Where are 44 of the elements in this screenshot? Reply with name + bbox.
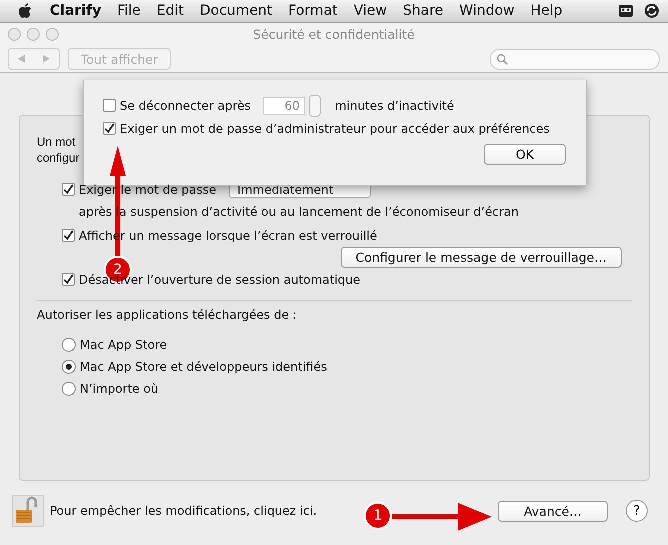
minutes-field[interactable]: 60: [263, 96, 306, 114]
menu-item[interactable]: Document: [192, 3, 281, 19]
checkbox[interactable]: [62, 229, 75, 242]
ok-button[interactable]: OK: [484, 144, 566, 165]
checkbox[interactable]: [103, 122, 116, 135]
checkbox-label: Se déconnecter après: [120, 98, 252, 112]
apple-logo-icon[interactable]: [18, 3, 32, 19]
downloads-label: Autoriser les applications téléchargées de :: [37, 307, 298, 323]
radio-button[interactable]: [62, 382, 76, 396]
stepper[interactable]: [309, 94, 322, 116]
menu-item[interactable]: Edit: [148, 3, 192, 19]
menu-item[interactable]: Format: [280, 3, 346, 19]
back-forward-control[interactable]: [8, 48, 60, 70]
robot-icon[interactable]: [618, 3, 634, 19]
padlock-icon[interactable]: [12, 495, 44, 527]
menu-item[interactable]: View: [346, 3, 396, 19]
radio-label: Mac App Store et développeurs identifiés: [80, 360, 328, 374]
radio-label: Mac App Store: [80, 338, 168, 352]
menu-item[interactable]: Share: [395, 3, 452, 19]
back-arrow-icon[interactable]: [18, 55, 25, 63]
menu-item[interactable]: Window: [452, 3, 523, 19]
search-field[interactable]: [490, 48, 660, 70]
checkbox-label: Exiger un mot de passe d’administrateur pour accéder aux préférences: [120, 122, 550, 136]
menu-item[interactable]: File: [109, 3, 149, 19]
help-button[interactable]: ?: [626, 500, 648, 522]
radio-button[interactable]: [62, 338, 76, 352]
checkbox[interactable]: [62, 273, 75, 286]
password-info-text: configur: [37, 150, 80, 166]
sync-icon[interactable]: [644, 3, 660, 19]
checkbox[interactable]: [62, 183, 75, 196]
lock-hint-text: Pour empêcher les modifications, cliquez ici.: [50, 504, 318, 518]
step-badge: 1: [364, 502, 392, 530]
menu-item[interactable]: Help: [522, 3, 571, 19]
minutes-label: minutes d’inactivité: [335, 98, 454, 112]
window-title: Sécurité et confidentialité: [253, 27, 415, 42]
radio-button[interactable]: [62, 360, 76, 374]
search-icon: [497, 54, 508, 64]
password-info-text: Un mot: [37, 134, 76, 150]
lock-message-button[interactable]: Configurer le message de verrouillage…: [340, 247, 622, 268]
checkbox[interactable]: [103, 99, 116, 112]
app-menu[interactable]: Clarify: [42, 3, 110, 19]
advanced-button[interactable]: Avancé…: [498, 500, 608, 522]
forward-arrow-icon[interactable]: [43, 55, 50, 63]
radio-label: N’importe où: [80, 382, 159, 396]
